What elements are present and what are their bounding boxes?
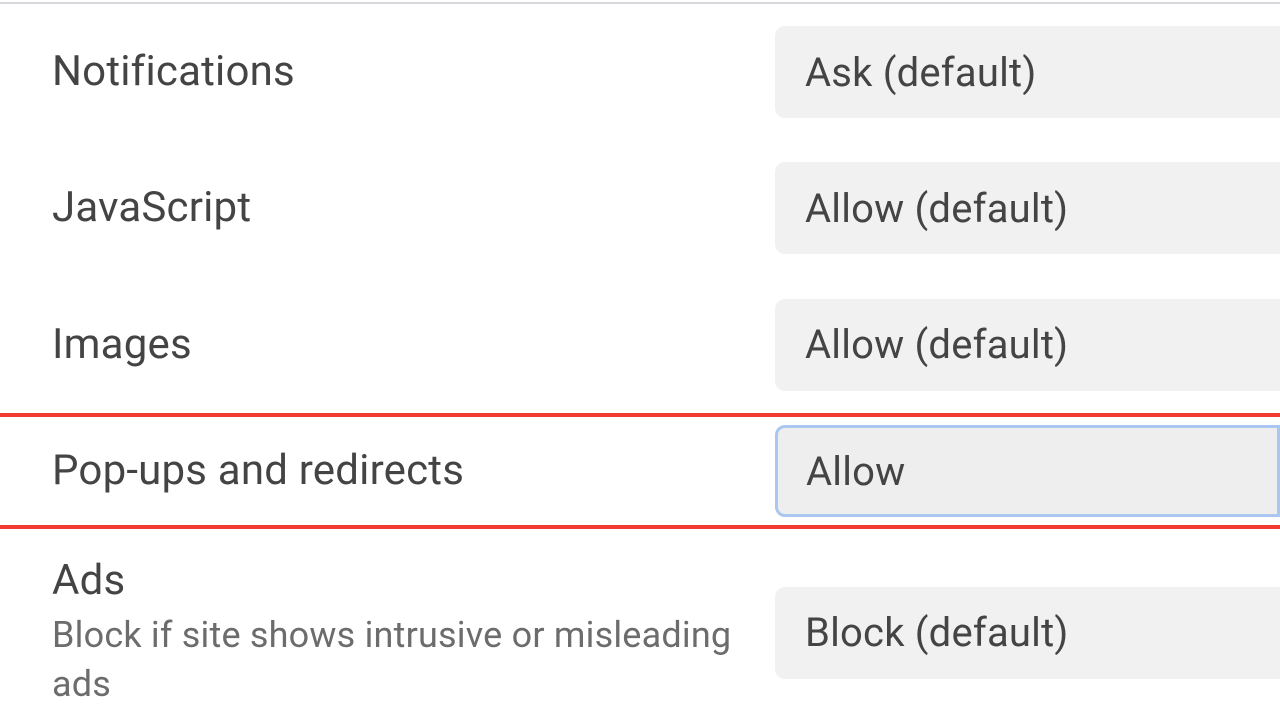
javascript-select[interactable]: Allow (default)	[775, 162, 1280, 254]
javascript-select-value: Allow (default)	[805, 185, 1068, 232]
permission-label-block: Pop-ups and redirects	[0, 417, 775, 525]
permission-select-block: Block (default)	[775, 587, 1280, 679]
ads-select-value: Block (default)	[805, 609, 1069, 656]
permission-label-notifications: Notifications	[52, 48, 775, 96]
permission-label-block: Images	[0, 277, 775, 413]
notifications-select-value: Ask (default)	[805, 49, 1036, 96]
permission-select-block: Allow (default)	[775, 162, 1280, 254]
notifications-select[interactable]: Ask (default)	[775, 26, 1280, 118]
site-permissions-list: Notifications Ask (default) JavaScript A…	[0, 4, 1280, 720]
permission-label-images: Images	[52, 321, 775, 369]
popups-select-value: Allow	[806, 448, 905, 495]
permission-description-ads: Block if site shows intrusive or mislead…	[52, 611, 732, 708]
ads-select[interactable]: Block (default)	[775, 587, 1280, 679]
highlighted-permission-row: Pop-ups and redirects Allow	[0, 413, 1280, 529]
permission-label-javascript: JavaScript	[52, 184, 775, 232]
permission-row-popups: Pop-ups and redirects Allow	[0, 417, 1280, 525]
permission-row-ads: Ads Block if site shows intrusive or mis…	[0, 529, 1280, 720]
permission-select-block: Allow (default)	[775, 299, 1280, 391]
popups-select[interactable]: Allow	[775, 425, 1280, 517]
permission-row-images: Images Allow (default)	[0, 277, 1280, 413]
images-select[interactable]: Allow (default)	[775, 299, 1280, 391]
images-select-value: Allow (default)	[805, 321, 1068, 368]
permission-label-popups: Pop-ups and redirects	[52, 447, 775, 495]
permission-label-ads: Ads	[52, 557, 775, 605]
permission-row-javascript: JavaScript Allow (default)	[0, 140, 1280, 276]
permission-row-notifications: Notifications Ask (default)	[0, 4, 1280, 140]
permission-label-block: Notifications	[0, 4, 775, 140]
permission-select-block: Allow	[775, 425, 1280, 517]
permission-label-block: JavaScript	[0, 140, 775, 276]
permission-select-block: Ask (default)	[775, 26, 1280, 118]
permission-label-block: Ads Block if site shows intrusive or mis…	[0, 529, 775, 720]
